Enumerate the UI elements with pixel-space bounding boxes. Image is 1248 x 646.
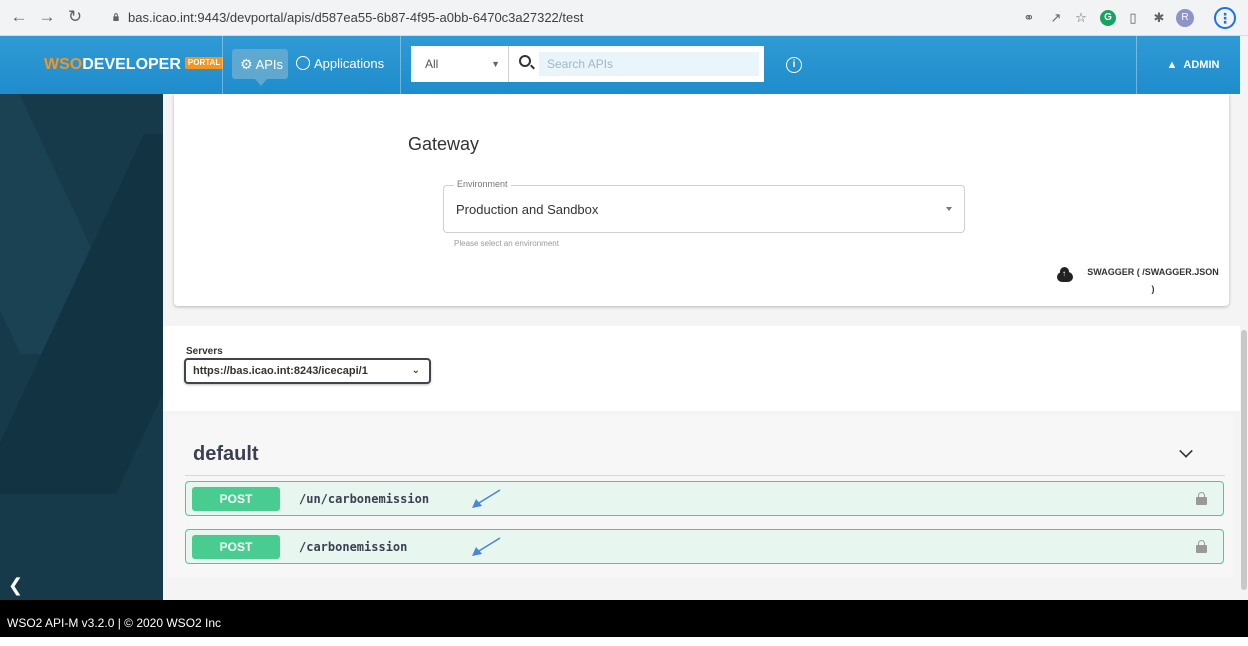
operation-row[interactable]: POST /carbonemission <box>185 529 1224 564</box>
gateway-title: Gateway <box>408 134 480 154</box>
chevron-down-icon: ▼ <box>491 59 500 69</box>
servers-selected-value: https://bas.icao.int:8243/icecapi/1 <box>193 365 368 377</box>
search-scope-select[interactable]: All ▼ <box>411 46 509 82</box>
key-icon[interactable]: ⚭ <box>1020 9 1038 27</box>
active-nav-indicator <box>255 79 267 86</box>
chevron-down-icon[interactable] <box>1179 444 1193 458</box>
browser-menu-icon[interactable]: ⋮ <box>1214 7 1236 29</box>
nav-apis-label: APIs <box>255 57 284 72</box>
star-icon[interactable]: ☆ <box>1072 9 1090 27</box>
search-input[interactable] <box>539 52 759 76</box>
gear-icon: ⚙ <box>240 56 253 72</box>
applications-icon <box>296 56 310 70</box>
user-menu[interactable]: ▲ ADMIN <box>1138 36 1248 94</box>
url-text: bas.icao.int:9443/devportal/apis/d587ea5… <box>128 10 584 25</box>
lock-icon[interactable] <box>1196 492 1207 505</box>
header-divider <box>400 36 401 94</box>
nav-apis[interactable]: ⚙ APIs <box>232 49 288 79</box>
puzzle-icon[interactable]: ✱ <box>1150 9 1168 27</box>
scrollbar-thumb[interactable] <box>1241 330 1247 590</box>
environment-value: Production and Sandbox <box>456 202 599 217</box>
chevron-down-icon <box>946 207 952 211</box>
environment-select[interactable]: Environment Production and Sandbox <box>443 179 965 233</box>
environment-help-text: Please select an environment <box>454 239 559 248</box>
profile-avatar[interactable]: R <box>1176 9 1194 27</box>
search-bar: All ▼ <box>411 46 764 82</box>
back-icon[interactable]: ← <box>8 6 30 28</box>
user-label: ADMIN <box>1183 59 1220 71</box>
nav-applications-label: Applications <box>314 56 385 71</box>
search-scope-value: All <box>425 57 439 71</box>
operation-row[interactable]: POST /un/carbonemission <box>185 481 1224 516</box>
lock-icon <box>113 13 119 21</box>
gateway-card: Gateway Environment Production and Sandb… <box>174 94 1229 306</box>
browser-toolbar: ← → ↻ bas.icao.int:9443/devportal/apis/d… <box>0 0 1248 36</box>
footer-text: WSO2 API-M v3.2.0 | © 2020 WSO2 Inc <box>7 616 222 630</box>
operation-path: /un/carbonemission <box>299 492 430 506</box>
chevron-down-icon: ⌄ <box>411 365 420 376</box>
search-icon <box>519 55 531 67</box>
nav-applications[interactable]: Applications <box>296 49 384 79</box>
divider <box>185 475 1225 476</box>
method-badge: POST <box>192 487 280 511</box>
main-content: Gateway Environment Production and Sandb… <box>163 94 1240 600</box>
servers-select[interactable]: https://bas.icao.int:8243/icecapi/1 ⌄ <box>184 358 431 384</box>
cloud-download-icon[interactable] <box>1057 267 1073 282</box>
brand-logo[interactable]: WSODEVELOPER PORTAL <box>44 56 224 76</box>
header-divider <box>222 36 223 94</box>
operation-path: /carbonemission <box>299 540 408 554</box>
swagger-link-line1: SWAGGER ( /SWAGGER.JSON <box>1087 267 1219 277</box>
method-badge: POST <box>192 535 280 559</box>
swagger-download-link[interactable]: SWAGGER ( /SWAGGER.JSON ) <box>1083 264 1223 298</box>
person-icon: ▲ <box>1166 59 1178 71</box>
annotation-arrow-icon <box>472 537 501 556</box>
tag-title[interactable]: default <box>193 443 259 466</box>
chevron-left-icon[interactable]: ❮ <box>8 576 23 594</box>
extension-icon[interactable]: ▯ <box>1124 9 1142 27</box>
brand-suffix: DEVELOPER <box>82 56 181 73</box>
environment-label: Environment <box>454 179 511 189</box>
servers-block: Servers https://bas.icao.int:8243/icecap… <box>163 326 1240 411</box>
left-sidebar: ❮ <box>0 94 163 600</box>
reload-icon[interactable]: ↻ <box>64 6 86 28</box>
info-icon[interactable]: i <box>786 57 802 73</box>
address-bar[interactable]: bas.icao.int:9443/devportal/apis/d587ea5… <box>108 5 1008 31</box>
annotation-arrow-icon <box>472 489 501 508</box>
portal-badge: PORTAL <box>184 57 224 69</box>
header-divider <box>1136 36 1137 94</box>
share-icon[interactable]: ↗ <box>1047 9 1065 27</box>
footer: WSO2 API-M v3.2.0 | © 2020 WSO2 Inc <box>0 600 1248 637</box>
servers-label: Servers <box>186 346 223 357</box>
operations-section: default POST /un/carbonemission POST /ca… <box>168 415 1234 577</box>
app-header: WSODEVELOPER PORTAL ⚙ APIs Applications Al… <box>0 36 1248 94</box>
swagger-link-line2: ) <box>1151 284 1155 294</box>
grammarly-icon[interactable]: G <box>1100 10 1116 26</box>
brand-prefix: WSO <box>44 56 83 73</box>
forward-icon[interactable]: → <box>36 6 58 28</box>
lock-icon[interactable] <box>1196 540 1207 553</box>
